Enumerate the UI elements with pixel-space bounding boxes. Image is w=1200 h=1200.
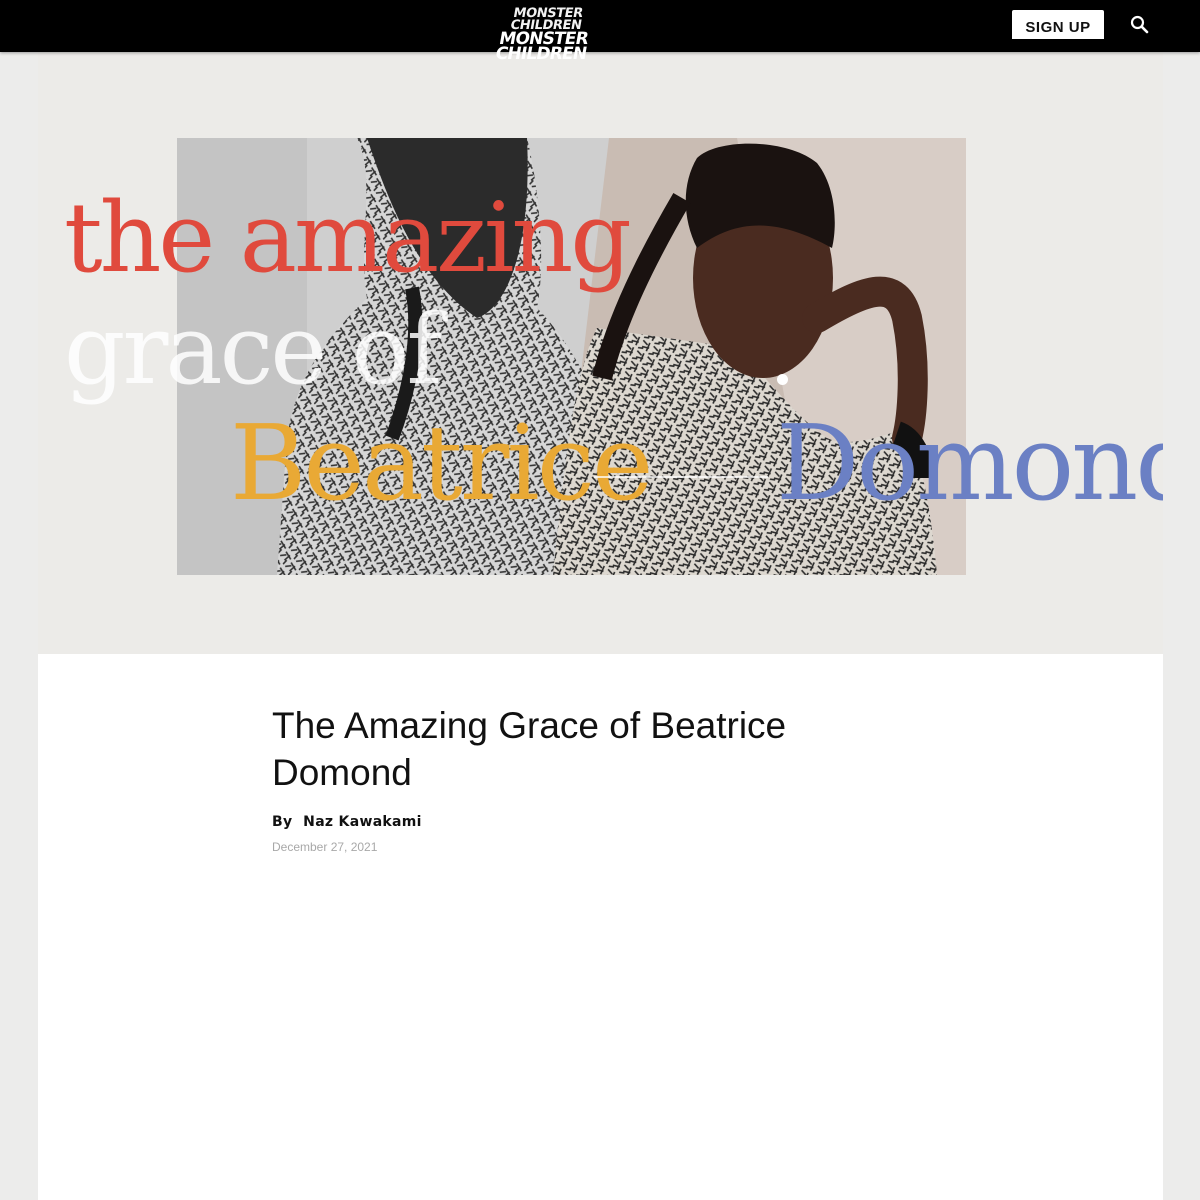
byline-label: By: [272, 814, 293, 830]
hero-banner: the amazing grace of Beatrice Domond: [38, 52, 1163, 654]
site-logo[interactable]: MONSTER CHILDREN MONSTER CHILDREN: [477, 6, 615, 64]
site-header: MONSTER CHILDREN MONSTER CHILDREN SIGN U…: [0, 0, 1200, 64]
article-title: The Amazing Grace of Beatrice Domond: [272, 705, 787, 793]
byline: By Naz Kawakami: [272, 814, 422, 830]
logo-line-top: MONSTER CHILDREN: [509, 6, 584, 33]
sign-up-button[interactable]: SIGN UP: [1012, 10, 1104, 39]
logo-line-bottom: MONSTER CHILDREN: [493, 29, 590, 64]
search-icon[interactable]: [1128, 13, 1152, 37]
hero-text-the-amazing: the amazing: [64, 182, 632, 294]
hero-divider-line: [594, 476, 768, 478]
article-container: The Amazing Grace of Beatrice Domond By …: [38, 654, 1163, 1200]
hero-text-grace-of: grace of: [64, 294, 442, 406]
hero-accent-dot: [777, 374, 788, 385]
hero-text-domond: Domond: [776, 402, 1163, 524]
publish-date: December 27, 2021: [272, 840, 378, 854]
author-link[interactable]: Naz Kawakami: [303, 814, 422, 830]
hero-text-beatrice: Beatrice: [230, 402, 654, 524]
